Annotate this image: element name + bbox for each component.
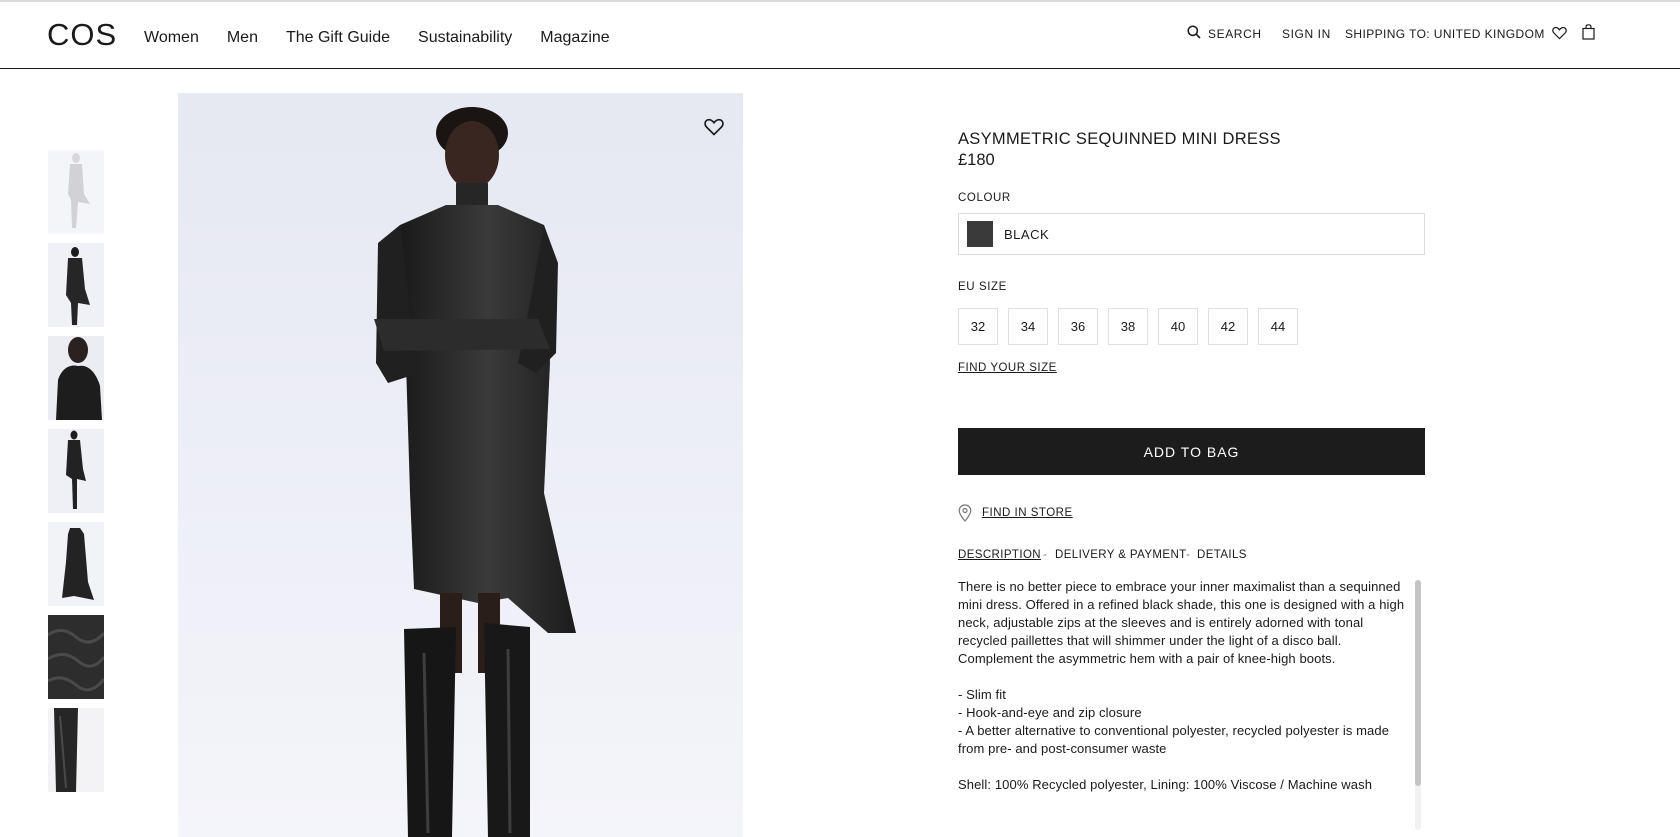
nav-item-gift-guide[interactable]: The Gift Guide [286,29,390,47]
tab-delivery-payment[interactable]: DELIVERY & PAYMENT [1055,549,1187,561]
shopping-bag-icon[interactable] [1582,24,1595,40]
colour-value: BLACK [1004,227,1050,242]
find-your-size-link[interactable]: FIND YOUR SIZE [958,362,1057,374]
brand-logo[interactable]: COS [47,17,117,53]
thumbnail-1[interactable] [48,150,104,234]
tab-description[interactable]: DESCRIPTION [958,549,1041,561]
description-intro: There is no better piece to embrace your… [958,579,1405,666]
bullet-item: - Slim fit [958,687,1006,702]
search-button[interactable]: SEARCH [1208,27,1262,41]
nav-item-sustainability[interactable]: Sustainability [418,29,512,47]
scrollbar-thumb[interactable] [1415,580,1421,786]
tab-separator: - [1186,549,1191,561]
thumbnail-5[interactable] [48,522,104,606]
bullet-item: - A better alternative to conventional p… [958,723,1390,756]
find-in-store-link[interactable]: FIND IN STORE [982,507,1073,519]
product-price: £180 [958,151,995,169]
size-option-32[interactable]: 32 [958,308,998,345]
nav-item-magazine[interactable]: Magazine [540,29,609,47]
tab-details[interactable]: DETAILS [1197,549,1247,561]
thumbnail-2[interactable] [48,243,104,327]
colour-label: COLOUR [958,192,1011,204]
description-panel: There is no better piece to embrace your… [958,578,1408,830]
thumbnail-7[interactable] [48,708,104,792]
colour-swatch [967,221,993,247]
bullet-item: - Hook-and-eye and zip closure [958,705,1142,720]
thumbnail-6[interactable] [48,615,104,699]
description-scrollbar[interactable] [1415,580,1421,830]
location-pin-icon [958,504,972,522]
thumbnail-3[interactable] [48,336,104,420]
composition-text: Shell: 100% Recycled polyester, Lining: … [958,777,1373,792]
heart-icon [704,118,724,136]
size-option-40[interactable]: 40 [1158,308,1198,345]
tab-separator: - [1043,549,1048,561]
size-option-34[interactable]: 34 [1008,308,1048,345]
colour-selector[interactable]: BLACK [958,213,1425,255]
nav-item-men[interactable]: Men [227,29,258,47]
wishlist-heart-icon[interactable] [1552,26,1567,40]
thumbnail-4[interactable] [48,429,104,513]
nav-item-women[interactable]: Women [144,29,199,47]
size-option-42[interactable]: 42 [1208,308,1248,345]
main-nav: Women Men The Gift Guide Sustainability … [144,29,610,47]
main-product-image[interactable] [178,93,743,837]
description-bullets: - Slim fit - Hook-and-eye and zip closur… [958,686,1408,758]
shipping-country-selector[interactable]: SHIPPING TO: UNITED KINGDOM [1345,27,1545,41]
size-option-44[interactable]: 44 [1258,308,1298,345]
sign-in-link[interactable]: SIGN IN [1282,27,1331,41]
size-option-36[interactable]: 36 [1058,308,1098,345]
add-to-wishlist-button[interactable] [698,111,730,143]
product-title: ASYMMETRIC SEQUINNED MINI DRESS [958,130,1281,148]
size-label: EU SIZE [958,281,1007,293]
add-to-bag-button[interactable]: ADD TO BAG [958,428,1425,475]
search-icon[interactable] [1187,25,1201,39]
size-option-38[interactable]: 38 [1108,308,1148,345]
